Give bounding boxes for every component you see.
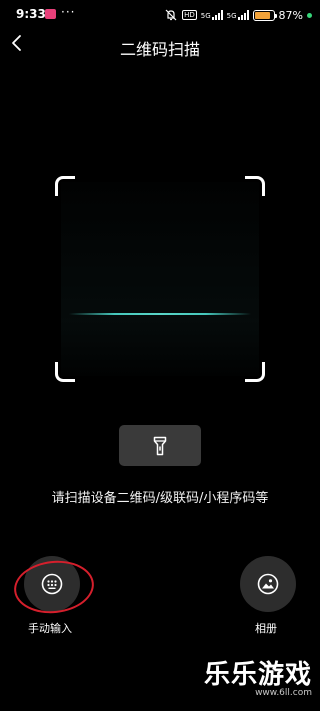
flashlight-button[interactable] xyxy=(119,425,201,466)
battery-icon xyxy=(252,9,277,21)
scan-frame xyxy=(55,176,265,382)
scan-corner-top-left xyxy=(55,176,75,196)
more-notifications-icon: ··· xyxy=(61,5,76,19)
watermark: 乐乐游戏 www.6ll.com xyxy=(204,660,312,698)
scan-hint: 请扫描设备二维码/级联码/小程序码等 xyxy=(51,491,269,506)
signal-icon-2: 5G xyxy=(227,10,249,20)
red-annotation-circle xyxy=(11,556,97,618)
manual-input-label: 手动输入 xyxy=(28,622,72,635)
battery-level xyxy=(254,11,271,19)
scan-corner-bottom-right xyxy=(245,362,265,382)
mute-bell-icon xyxy=(165,9,177,21)
signal-icon: 5G xyxy=(201,10,223,20)
watermark-brand: 乐乐游戏 xyxy=(203,660,312,690)
status-bar: 9:33 ··· HD 5G 5G 87% xyxy=(0,0,320,30)
page-title: 二维码扫描 xyxy=(119,40,200,59)
network-type-1: 5G xyxy=(200,12,211,20)
image-icon xyxy=(257,573,279,595)
battery-percent: 87% xyxy=(278,8,303,22)
privacy-indicator-dot xyxy=(307,12,312,18)
album-button[interactable] xyxy=(240,556,296,612)
status-indicators: HD 5G 5G 87% xyxy=(164,7,312,23)
scan-area xyxy=(61,182,259,376)
app-notification-icon xyxy=(45,9,56,19)
network-type-2: 5G xyxy=(226,12,237,20)
status-time: 9:33 xyxy=(16,7,46,21)
scan-corner-top-right xyxy=(245,176,265,196)
flashlight-icon xyxy=(153,436,167,455)
album-label: 相册 xyxy=(255,622,277,635)
scan-line xyxy=(69,313,251,315)
hd-badge: HD xyxy=(182,10,197,20)
scan-corner-bottom-left xyxy=(55,362,75,382)
